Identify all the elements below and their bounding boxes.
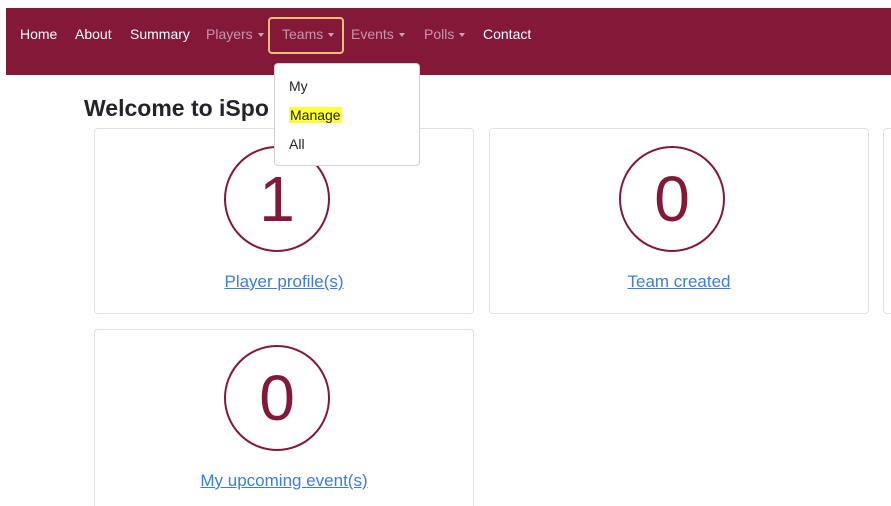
- nav-contact-link[interactable]: Contact: [483, 26, 531, 43]
- nav-summary-link[interactable]: Summary: [130, 26, 190, 43]
- teams-annotation-box: [268, 17, 344, 54]
- upcoming-events-link[interactable]: My upcoming event(s): [200, 471, 367, 491]
- event-count: 0: [259, 362, 295, 434]
- teams-menu-item-my[interactable]: My: [289, 78, 308, 95]
- teams-dropdown-menu: My Manage All: [274, 63, 420, 166]
- team-count: 0: [654, 163, 690, 235]
- count-circle: 0: [224, 345, 330, 451]
- manage-highlight: Manage: [289, 107, 342, 123]
- caret-down-icon: [257, 33, 264, 37]
- team-created-card: 0 Team created: [489, 128, 869, 314]
- team-created-link[interactable]: Team created: [628, 272, 731, 292]
- nav-events-dropdown[interactable]: Events: [351, 26, 405, 43]
- nav-home-link[interactable]: Home: [20, 26, 57, 43]
- nav-players-dropdown[interactable]: Players: [206, 26, 264, 43]
- nav-events-label: Events: [351, 26, 394, 42]
- caret-down-icon: [459, 33, 466, 37]
- player-count: 1: [259, 163, 295, 235]
- partial-card: [883, 128, 891, 314]
- count-circle: 0: [619, 146, 725, 252]
- caret-down-icon: [398, 33, 405, 37]
- teams-menu-item-manage[interactable]: Manage: [289, 107, 342, 124]
- player-profiles-link[interactable]: Player profile(s): [224, 272, 343, 292]
- nav-players-label: Players: [206, 26, 253, 42]
- page-title: Welcome to iSpo: [84, 95, 269, 121]
- upcoming-events-card: 0 My upcoming event(s): [94, 329, 474, 506]
- nav-polls-label: Polls: [424, 26, 455, 42]
- nav-polls-dropdown[interactable]: Polls: [424, 26, 466, 43]
- teams-menu-item-all[interactable]: All: [289, 136, 305, 153]
- nav-about-link[interactable]: About: [75, 26, 112, 43]
